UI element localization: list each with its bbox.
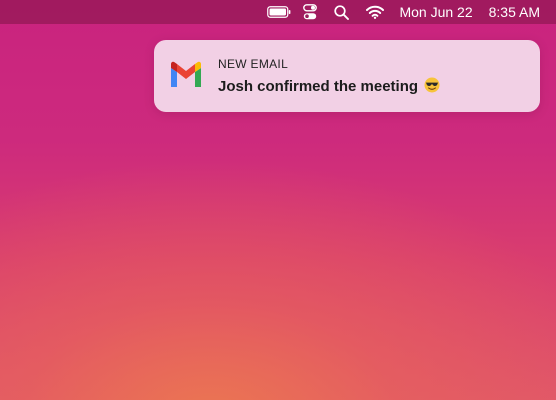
search-icon[interactable]	[333, 0, 349, 24]
menubar-date[interactable]: Mon Jun 22	[399, 0, 472, 24]
control-center-icon[interactable]	[302, 0, 318, 24]
notification-message: Josh confirmed the meeting	[218, 77, 440, 95]
email-notification[interactable]: NEW EMAIL Josh confirmed the meeting	[154, 40, 540, 112]
battery-icon[interactable]	[267, 0, 291, 24]
menu-bar: Mon Jun 22 8:35 AM	[0, 0, 556, 24]
notification-message-text: Josh confirmed the meeting	[218, 78, 419, 95]
gmail-icon	[168, 60, 204, 90]
notification-title: NEW EMAIL	[218, 57, 289, 71]
menubar-time[interactable]: 8:35 AM	[489, 0, 540, 24]
wifi-icon[interactable]	[366, 0, 385, 24]
sunglasses-emoji-icon	[424, 77, 440, 93]
